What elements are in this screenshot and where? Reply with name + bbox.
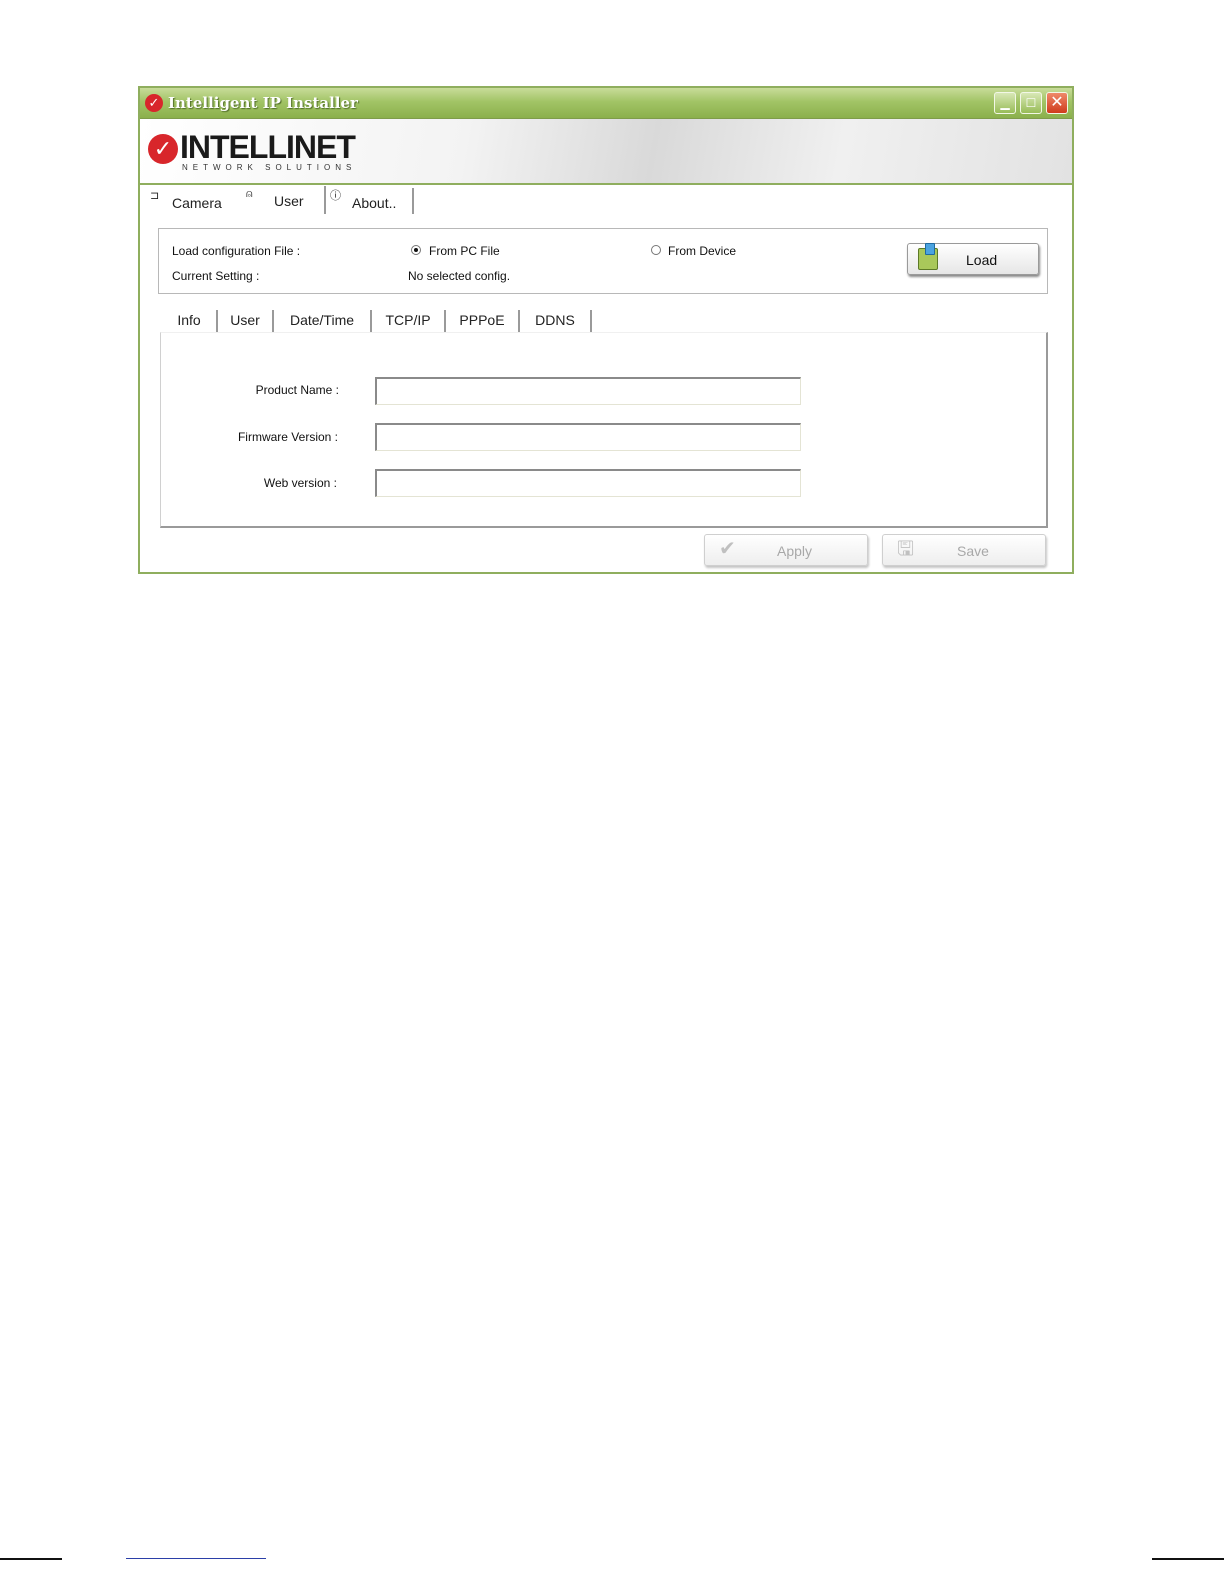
maximize-button[interactable]: ☐ <box>1020 92 1042 114</box>
info-icon: ⓘ <box>330 190 341 202</box>
load-button-label: Load <box>966 252 998 268</box>
footer-rule-right <box>1152 1558 1224 1560</box>
load-button[interactable]: Load <box>907 243 1039 275</box>
firmware-version-input[interactable] <box>375 423 801 451</box>
tab-about-label: About.. <box>352 195 397 211</box>
window-title: Intelligent IP Installer <box>168 94 358 112</box>
minimize-button[interactable]: ▁ <box>994 92 1016 114</box>
product-name-input[interactable] <box>375 377 801 405</box>
user-icon: ⍝ <box>246 188 253 200</box>
web-version-input[interactable] <box>375 469 801 497</box>
footer-rule-left <box>0 1558 62 1560</box>
tab-pppoe[interactable]: PPPoE <box>446 310 520 332</box>
camera-icon: ⊐ <box>150 190 160 202</box>
tab-user[interactable]: ⍝ User <box>242 186 326 214</box>
title-bar[interactable]: ✓ Intelligent IP Installer ▁ ☐ ✕ <box>140 88 1072 119</box>
current-setting-label: Current Setting : <box>172 269 260 283</box>
save-button[interactable]: 🖫 Save <box>882 534 1046 566</box>
close-button[interactable]: ✕ <box>1046 92 1068 114</box>
info-panel: Product Name : Firmware Version : Web ve… <box>160 332 1048 528</box>
checkmark-icon: ✔ <box>719 538 736 560</box>
footer-link-underline[interactable] <box>126 1558 266 1559</box>
tab-tcp-ip[interactable]: TCP/IP <box>372 310 446 332</box>
brand-banner: ✓ INTELLINET NETWORK SOLUTIONS <box>140 119 1072 185</box>
load-folder-icon <box>918 243 938 270</box>
apply-button[interactable]: ✔ Apply <box>704 534 868 566</box>
app-window: ✓ Intelligent IP Installer ▁ ☐ ✕ ✓ INTEL… <box>138 86 1074 574</box>
web-version-label: Web version : <box>263 476 337 490</box>
tab-date-time[interactable]: Date/Time <box>274 310 372 332</box>
load-config-label: Load configuration File : <box>172 244 301 258</box>
intellinet-check-icon: ✓ <box>145 94 163 112</box>
current-setting-value: No selected config. <box>408 269 511 283</box>
tab-camera-label: Camera <box>172 195 222 211</box>
brand-logo-icon: ✓ <box>148 134 178 164</box>
brand-tagline: NETWORK SOLUTIONS <box>182 163 357 172</box>
tab-user-label: User <box>274 193 304 209</box>
settings-tab-bar: Info User Date/Time TCP/IP PPPoE DDNS <box>162 310 1052 332</box>
tab-camera[interactable]: ⊐ Camera <box>146 188 242 214</box>
tab-info[interactable]: Info <box>162 310 218 332</box>
from-pc-file-radio[interactable] <box>411 245 421 255</box>
apply-button-label: Apply <box>777 543 813 559</box>
load-config-group: Load configuration File : Current Settin… <box>158 228 1048 294</box>
product-name-label: Product Name : <box>255 383 339 397</box>
tab-user-settings[interactable]: User <box>218 310 274 332</box>
brand-name: INTELLINET <box>180 129 356 165</box>
tab-ddns[interactable]: DDNS <box>520 310 592 332</box>
from-pc-file-label[interactable]: From PC File <box>429 244 500 258</box>
save-button-label: Save <box>957 543 989 559</box>
firmware-version-label: Firmware Version : <box>237 430 338 444</box>
from-device-radio[interactable] <box>651 245 661 255</box>
tab-about[interactable]: ⓘ About.. <box>326 188 414 214</box>
user-tab-content: Load configuration File : Current Settin… <box>140 214 1072 572</box>
floppy-disk-icon: 🖫 <box>897 538 915 560</box>
from-device-label[interactable]: From Device <box>668 244 736 258</box>
